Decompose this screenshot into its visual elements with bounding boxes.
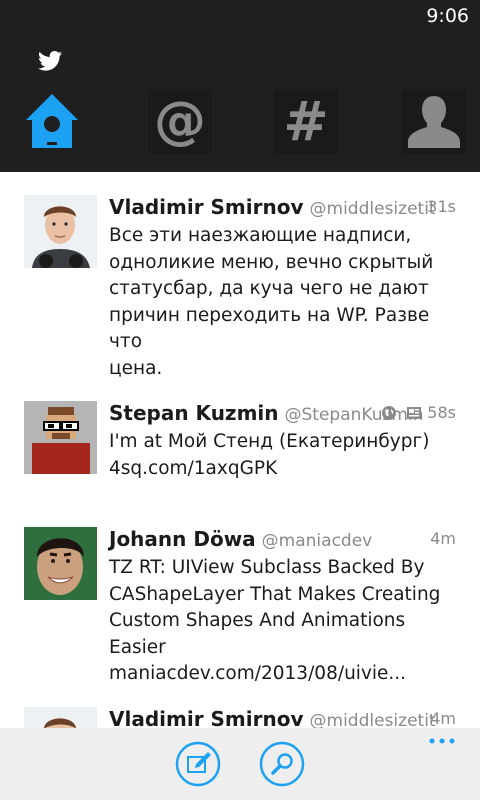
tweet-header: Vladimir Smirnov @middlesizetit 4m: [109, 707, 456, 728]
tweet-header: Johann Döwa @maniacdev 4m: [109, 527, 456, 555]
tweet-text-line: maniacdev.com/2013/08/uivie...: [109, 663, 407, 684]
tweet-text-line: Все эти наезжающие надписи,: [109, 225, 412, 246]
globe-icon: [381, 406, 396, 420]
more-button[interactable]: [428, 734, 456, 748]
twitter-bird-icon: [38, 51, 62, 71]
avatar[interactable]: [24, 707, 97, 728]
tweet-time: 58s: [427, 403, 456, 422]
tweet-text: I'm at Мой Стенд (Екатеринбург) 4sq.com/…: [109, 429, 459, 482]
avatar[interactable]: [24, 195, 97, 268]
svg-text:@: @: [154, 91, 206, 151]
author-name[interactable]: Vladimir Smirnov @middlesizetit: [109, 195, 436, 219]
avatar-stepan: [24, 401, 97, 474]
tweet-text-line: CAShapeLayer That Makes Creating: [109, 583, 441, 605]
author-name-text: Vladimir Smirnov: [109, 195, 304, 219]
timeline[interactable]: Vladimir Smirnov @middlesizetit 31s Все э…: [0, 172, 480, 728]
tweet-text-line: 4sq.com/1axqGPK: [109, 457, 278, 479]
author-handle: @middlesizetit: [309, 711, 436, 728]
compose-button[interactable]: [175, 741, 221, 787]
tab-home[interactable]: [20, 90, 84, 154]
tweet-item[interactable]: Vladimir Smirnov @middlesizetit 4m: [0, 707, 480, 728]
tweet-text-line: Custom Shapes And Animations Easier: [109, 610, 406, 658]
compose-icon: [175, 741, 221, 787]
tweet-text-line: цена.: [109, 357, 163, 379]
more-ellipsis-icon: [429, 738, 455, 744]
tweet-text-line: статусбар, да куча чего не дают: [109, 278, 429, 299]
hashtag-icon: #: [283, 90, 328, 153]
at-sign-icon: @: [154, 91, 206, 151]
tweet-text: TZ RT: UIView Subclass Backed By CAShape…: [109, 555, 459, 688]
home-birdhouse-icon: [26, 94, 78, 148]
author-name-text: Johann Döwa: [109, 527, 256, 551]
svg-text:#: #: [283, 90, 328, 153]
author-name-text: Stepan Kuzmin: [109, 401, 279, 425]
tweet-text-line: I'm at Мой Стенд (Екатеринбург): [109, 431, 430, 452]
header: @ #: [0, 32, 480, 172]
author-name-text: Vladimir Smirnov: [109, 707, 304, 728]
avatar-vladimir: [24, 195, 97, 268]
search-button[interactable]: [259, 741, 305, 787]
tweet-item[interactable]: Vladimir Smirnov @middlesizetit 31s Все э…: [0, 195, 480, 385]
tweet-text-line: причин переходить на WP. Разве что: [109, 304, 430, 353]
tab-hashtags[interactable]: #: [274, 90, 338, 154]
tweet-text-line: TZ RT: UIView Subclass Backed By: [109, 557, 425, 578]
avatar[interactable]: [24, 527, 97, 600]
app-bar: [0, 728, 480, 800]
tweet-time: 31s: [427, 197, 456, 216]
tweet-text: Все эти наезжающие надписи, одноликие ме…: [109, 223, 459, 382]
author-name[interactable]: Johann Döwa @maniacdev: [109, 527, 372, 551]
tweet-item[interactable]: Johann Döwa @maniacdev 4m TZ RT: UIView S…: [0, 527, 480, 687]
tab-profile[interactable]: [402, 90, 466, 154]
document-icon: [407, 407, 421, 419]
tweet-meta-icons: [377, 405, 422, 421]
person-icon: [408, 96, 460, 148]
search-icon: [259, 741, 305, 787]
tweet-header: Stepan Kuzmin @StepanKuzmin 58s: [109, 401, 456, 429]
tweet-item[interactable]: Stepan Kuzmin @StepanKuzmin 58s I'm at Мо…: [0, 401, 480, 511]
avatar[interactable]: [24, 401, 97, 474]
tweet-text-line: одноликие меню, вечно скрытый: [109, 251, 434, 273]
author-name[interactable]: Vladimir Smirnov @middlesizetit: [109, 707, 436, 728]
tweet-time: 4m: [430, 529, 456, 548]
tweet-header: Vladimir Smirnov @middlesizetit 31s: [109, 195, 456, 223]
author-handle: @middlesizetit: [309, 199, 436, 219]
status-bar: 9:06: [0, 0, 480, 32]
avatar-johann: [24, 527, 97, 600]
avatar-vladimir: [24, 707, 97, 728]
author-handle: @maniacdev: [261, 531, 373, 551]
tweet-time: 4m: [430, 709, 456, 728]
tab-mentions[interactable]: @: [148, 90, 212, 154]
clock: 9:06: [426, 5, 469, 27]
